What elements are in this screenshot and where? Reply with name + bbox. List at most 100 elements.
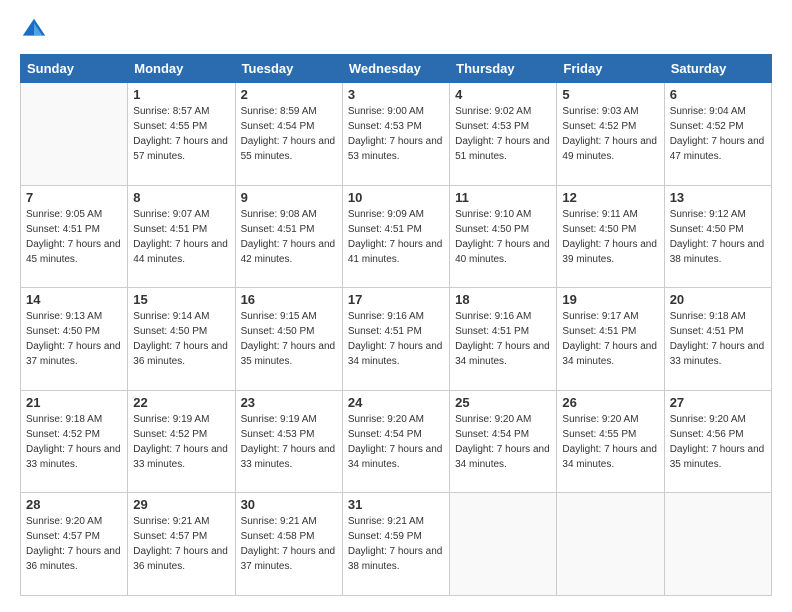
day-info: Sunrise: 9:09 AMSunset: 4:51 PMDaylight:…	[348, 207, 444, 267]
day-info: Sunrise: 9:20 AMSunset: 4:55 PMDaylight:…	[562, 412, 658, 472]
day-cell	[450, 493, 557, 596]
day-number: 2	[241, 87, 337, 102]
day-info: Sunrise: 8:57 AMSunset: 4:55 PMDaylight:…	[133, 104, 229, 164]
weekday-wednesday: Wednesday	[342, 55, 449, 83]
day-info: Sunrise: 9:16 AMSunset: 4:51 PMDaylight:…	[348, 309, 444, 369]
day-cell: 25 Sunrise: 9:20 AMSunset: 4:54 PMDayligh…	[450, 390, 557, 493]
day-info: Sunrise: 9:17 AMSunset: 4:51 PMDaylight:…	[562, 309, 658, 369]
day-number: 25	[455, 395, 551, 410]
week-row-3: 14 Sunrise: 9:13 AMSunset: 4:50 PMDayligh…	[21, 288, 772, 391]
day-number: 17	[348, 292, 444, 307]
weekday-sunday: Sunday	[21, 55, 128, 83]
day-cell	[557, 493, 664, 596]
weekday-tuesday: Tuesday	[235, 55, 342, 83]
day-cell: 4 Sunrise: 9:02 AMSunset: 4:53 PMDaylight…	[450, 83, 557, 186]
day-number: 16	[241, 292, 337, 307]
day-number: 30	[241, 497, 337, 512]
day-number: 12	[562, 190, 658, 205]
day-info: Sunrise: 9:10 AMSunset: 4:50 PMDaylight:…	[455, 207, 551, 267]
day-number: 9	[241, 190, 337, 205]
day-info: Sunrise: 8:59 AMSunset: 4:54 PMDaylight:…	[241, 104, 337, 164]
day-info: Sunrise: 9:02 AMSunset: 4:53 PMDaylight:…	[455, 104, 551, 164]
day-cell: 18Sunrise: 9:16 AMSunset: 4:51 PMDayligh…	[450, 288, 557, 391]
day-number: 8	[133, 190, 229, 205]
day-cell	[21, 83, 128, 186]
week-row-4: 21 Sunrise: 9:18 AMSunset: 4:52 PMDayligh…	[21, 390, 772, 493]
day-info: Sunrise: 9:03 AMSunset: 4:52 PMDaylight:…	[562, 104, 658, 164]
day-info: Sunrise: 9:12 AMSunset: 4:50 PMDaylight:…	[670, 207, 766, 267]
day-info: Sunrise: 9:21 AMSunset: 4:57 PMDaylight:…	[133, 514, 229, 574]
day-info: Sunrise: 9:20 AMSunset: 4:56 PMDaylight:…	[670, 412, 766, 472]
day-info: Sunrise: 9:21 AMSunset: 4:59 PMDaylight:…	[348, 514, 444, 574]
day-cell: 16 Sunrise: 9:15 AMSunset: 4:50 PMDayligh…	[235, 288, 342, 391]
day-cell: 26 Sunrise: 9:20 AMSunset: 4:55 PMDayligh…	[557, 390, 664, 493]
day-info: Sunrise: 9:19 AMSunset: 4:53 PMDaylight:…	[241, 412, 337, 472]
week-row-2: 7 Sunrise: 9:05 AMSunset: 4:51 PMDaylight…	[21, 185, 772, 288]
day-cell: 7 Sunrise: 9:05 AMSunset: 4:51 PMDaylight…	[21, 185, 128, 288]
day-number: 5	[562, 87, 658, 102]
day-cell: 21 Sunrise: 9:18 AMSunset: 4:52 PMDayligh…	[21, 390, 128, 493]
day-cell: 11 Sunrise: 9:10 AMSunset: 4:50 PMDayligh…	[450, 185, 557, 288]
day-info: Sunrise: 9:18 AMSunset: 4:51 PMDaylight:…	[670, 309, 766, 369]
day-number: 21	[26, 395, 122, 410]
day-info: Sunrise: 9:14 AMSunset: 4:50 PMDaylight:…	[133, 309, 229, 369]
day-info: Sunrise: 9:20 AMSunset: 4:54 PMDaylight:…	[455, 412, 551, 472]
day-info: Sunrise: 9:11 AMSunset: 4:50 PMDaylight:…	[562, 207, 658, 267]
day-cell: 13 Sunrise: 9:12 AMSunset: 4:50 PMDayligh…	[664, 185, 771, 288]
day-number: 4	[455, 87, 551, 102]
day-info: Sunrise: 9:15 AMSunset: 4:50 PMDaylight:…	[241, 309, 337, 369]
day-number: 11	[455, 190, 551, 205]
day-number: 24	[348, 395, 444, 410]
day-cell: 24 Sunrise: 9:20 AMSunset: 4:54 PMDayligh…	[342, 390, 449, 493]
week-row-5: 28 Sunrise: 9:20 AMSunset: 4:57 PMDayligh…	[21, 493, 772, 596]
logo	[20, 16, 52, 44]
day-number: 6	[670, 87, 766, 102]
day-cell: 3Sunrise: 9:00 AMSunset: 4:53 PMDaylight…	[342, 83, 449, 186]
day-cell: 19Sunrise: 9:17 AMSunset: 4:51 PMDayligh…	[557, 288, 664, 391]
day-number: 28	[26, 497, 122, 512]
day-info: Sunrise: 9:20 AMSunset: 4:54 PMDaylight:…	[348, 412, 444, 472]
day-cell: 10 Sunrise: 9:09 AMSunset: 4:51 PMDayligh…	[342, 185, 449, 288]
day-cell: 12 Sunrise: 9:11 AMSunset: 4:50 PMDayligh…	[557, 185, 664, 288]
day-cell: 20 Sunrise: 9:18 AMSunset: 4:51 PMDayligh…	[664, 288, 771, 391]
day-number: 22	[133, 395, 229, 410]
day-info: Sunrise: 9:04 AMSunset: 4:52 PMDaylight:…	[670, 104, 766, 164]
page: SundayMondayTuesdayWednesdayThursdayFrid…	[0, 0, 792, 612]
logo-icon	[20, 16, 48, 44]
day-number: 31	[348, 497, 444, 512]
day-cell: 17 Sunrise: 9:16 AMSunset: 4:51 PMDayligh…	[342, 288, 449, 391]
day-cell: 22Sunrise: 9:19 AMSunset: 4:52 PMDayligh…	[128, 390, 235, 493]
day-number: 13	[670, 190, 766, 205]
day-cell: 15Sunrise: 9:14 AMSunset: 4:50 PMDayligh…	[128, 288, 235, 391]
day-cell: 1 Sunrise: 8:57 AMSunset: 4:55 PMDaylight…	[128, 83, 235, 186]
header	[20, 16, 772, 44]
day-cell: 27Sunrise: 9:20 AMSunset: 4:56 PMDayligh…	[664, 390, 771, 493]
day-cell: 23 Sunrise: 9:19 AMSunset: 4:53 PMDayligh…	[235, 390, 342, 493]
day-cell: 14 Sunrise: 9:13 AMSunset: 4:50 PMDayligh…	[21, 288, 128, 391]
day-cell: 8Sunrise: 9:07 AMSunset: 4:51 PMDaylight…	[128, 185, 235, 288]
day-info: Sunrise: 9:20 AMSunset: 4:57 PMDaylight:…	[26, 514, 122, 574]
day-cell: 9 Sunrise: 9:08 AMSunset: 4:51 PMDaylight…	[235, 185, 342, 288]
day-number: 29	[133, 497, 229, 512]
day-info: Sunrise: 9:05 AMSunset: 4:51 PMDaylight:…	[26, 207, 122, 267]
day-info: Sunrise: 9:13 AMSunset: 4:50 PMDaylight:…	[26, 309, 122, 369]
day-number: 23	[241, 395, 337, 410]
day-number: 7	[26, 190, 122, 205]
day-info: Sunrise: 9:21 AMSunset: 4:58 PMDaylight:…	[241, 514, 337, 574]
weekday-saturday: Saturday	[664, 55, 771, 83]
day-cell: 6 Sunrise: 9:04 AMSunset: 4:52 PMDaylight…	[664, 83, 771, 186]
day-number: 10	[348, 190, 444, 205]
day-number: 20	[670, 292, 766, 307]
day-number: 14	[26, 292, 122, 307]
day-number: 1	[133, 87, 229, 102]
day-number: 18	[455, 292, 551, 307]
week-row-1: 1 Sunrise: 8:57 AMSunset: 4:55 PMDaylight…	[21, 83, 772, 186]
day-cell: 29 Sunrise: 9:21 AMSunset: 4:57 PMDayligh…	[128, 493, 235, 596]
day-number: 3	[348, 87, 444, 102]
day-cell: 31 Sunrise: 9:21 AMSunset: 4:59 PMDayligh…	[342, 493, 449, 596]
weekday-friday: Friday	[557, 55, 664, 83]
day-number: 26	[562, 395, 658, 410]
day-info: Sunrise: 9:08 AMSunset: 4:51 PMDaylight:…	[241, 207, 337, 267]
day-info: Sunrise: 9:18 AMSunset: 4:52 PMDaylight:…	[26, 412, 122, 472]
day-cell: 2 Sunrise: 8:59 AMSunset: 4:54 PMDaylight…	[235, 83, 342, 186]
